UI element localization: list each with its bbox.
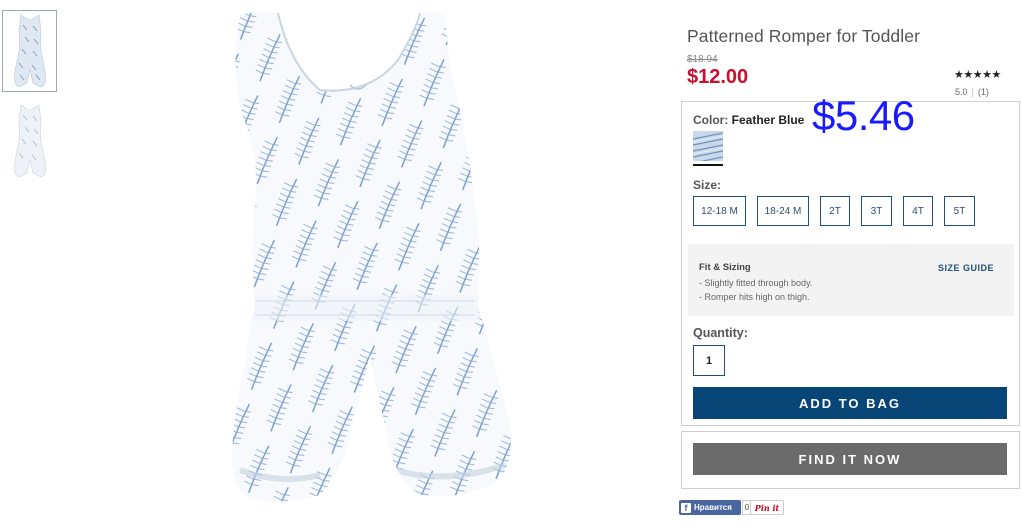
- product-title: Patterned Romper for Toddler: [687, 26, 921, 46]
- romper-thumbnail-image: [14, 14, 46, 88]
- color-swatch-feather-blue[interactable]: [693, 131, 723, 161]
- facebook-like-label: Нравится: [694, 503, 732, 512]
- original-price: $18.94: [687, 54, 718, 65]
- pinterest-pin-button[interactable]: Pin it: [750, 500, 784, 515]
- add-to-bag-button[interactable]: ADD TO BAG: [693, 387, 1007, 419]
- fit-note: - Romper hits high on thigh.: [699, 292, 810, 302]
- romper-back-thumbnail-image: [14, 104, 46, 178]
- find-it-now-button[interactable]: FIND IT NOW: [693, 443, 1007, 475]
- facebook-icon: f: [681, 502, 691, 513]
- review-count: (1): [977, 87, 989, 97]
- fit-note: - Slightly fitted through body.: [699, 278, 813, 288]
- facebook-like-button[interactable]: f Нравится: [679, 500, 741, 515]
- color-name: Feather Blue: [731, 113, 805, 127]
- selected-swatch-indicator: [693, 164, 723, 166]
- rating-summary[interactable]: 5.0 | (1): [955, 87, 989, 97]
- product-page: Patterned Romper for Toddler $18.94 $12.…: [0, 0, 1021, 528]
- main-product-image: [220, 5, 520, 525]
- fit-sizing-title: Fit & Sizing: [699, 262, 751, 273]
- color-selection: Color: Feather Blue: [693, 113, 804, 127]
- size-option-2t[interactable]: 2T: [820, 196, 850, 226]
- size-option-12-18m[interactable]: 12-18 M: [693, 196, 746, 226]
- thumbnail-front[interactable]: [2, 10, 57, 92]
- color-label: Color:: [693, 113, 729, 127]
- rating-stars[interactable]: ★★★★★: [954, 68, 1001, 81]
- quantity-label: Quantity:: [693, 326, 748, 340]
- size-option-4t[interactable]: 4T: [903, 196, 933, 226]
- size-guide-link[interactable]: SIZE GUIDE: [938, 263, 994, 273]
- size-option-3t[interactable]: 3T: [861, 196, 892, 226]
- size-label: Size:: [693, 178, 722, 192]
- size-option-18-24m[interactable]: 18-24 M: [757, 196, 809, 226]
- sale-price: $12.00: [687, 66, 749, 88]
- rating-value: 5.0: [955, 87, 968, 97]
- size-option-5t[interactable]: 5T: [944, 196, 975, 226]
- overlay-price: $5.46: [812, 92, 915, 139]
- quantity-input[interactable]: 1: [693, 345, 725, 376]
- thumbnail-back[interactable]: [2, 100, 57, 182]
- rating-separator: |: [971, 87, 974, 97]
